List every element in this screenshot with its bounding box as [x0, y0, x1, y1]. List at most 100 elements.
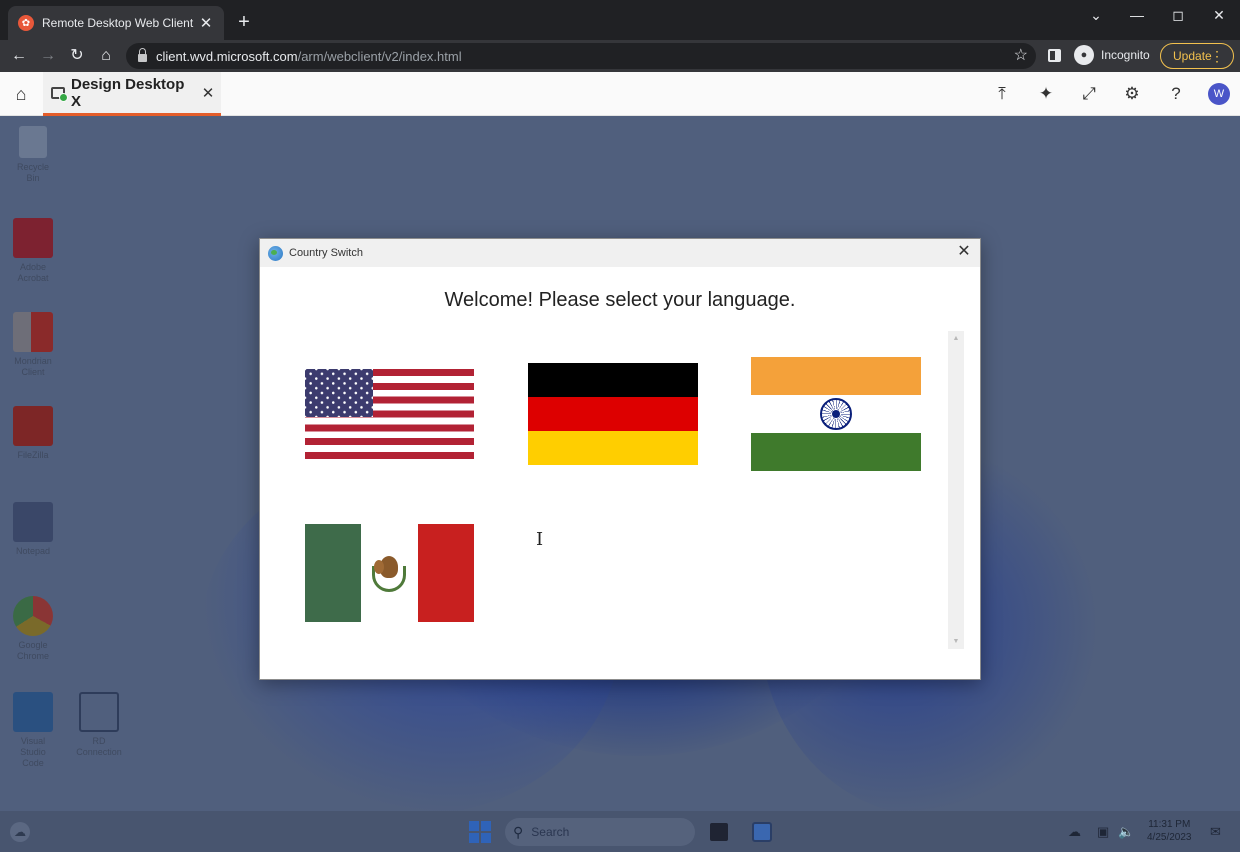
settings-gear-icon[interactable]: ⚙	[1120, 84, 1144, 104]
india-flag-stripe	[751, 395, 921, 433]
desktop-icon-label: Google Chrome	[16, 640, 49, 661]
recycle-bin-icon	[19, 126, 47, 158]
minimize-icon[interactable]: —	[1122, 6, 1152, 24]
more-menu-icon: ⋮	[1210, 48, 1224, 64]
notepad-icon	[13, 502, 53, 542]
germany-flag-stripe	[528, 363, 698, 397]
ashoka-chakra-icon	[820, 398, 852, 430]
desktop-icon-notepad[interactable]: Notepad	[10, 502, 56, 557]
taskbar-clock[interactable]: 11:31 PM 4/25/2023	[1147, 818, 1192, 844]
reload-icon[interactable]: ↻	[66, 46, 88, 66]
upload-icon[interactable]: ⤒	[990, 84, 1014, 104]
back-icon[interactable]: ←	[8, 46, 30, 66]
windows-taskbar: ☁ ⚲ Search ☁ ▣ 🔈 11:31 PM 4/25/2023 ✉	[0, 811, 1240, 852]
desktop-icon-label: Notepad	[15, 546, 51, 556]
incognito-icon: ●	[1074, 45, 1094, 65]
help-icon[interactable]: ?	[1164, 84, 1188, 104]
fullscreen-icon[interactable]: ⤢	[1077, 84, 1101, 104]
bookmark-star-icon[interactable]: ☆	[1014, 45, 1028, 65]
mondrian-icon	[13, 312, 53, 352]
scroll-down-icon[interactable]: ▼	[948, 638, 964, 645]
dialog-title: Country Switch	[289, 247, 363, 259]
dialog-heading: Welcome! Please select your language.	[444, 289, 796, 311]
dialog-scrollbar[interactable]: ▲ ▼	[948, 331, 964, 649]
home-icon[interactable]: ⌂	[95, 46, 117, 66]
remote-app-icon[interactable]	[752, 822, 772, 842]
session-tab[interactable]: Design Desktop X ✕	[43, 72, 221, 116]
disconnect-icon[interactable]: ✦	[1034, 84, 1058, 104]
url-path: /arm/webclient/v2/index.html	[297, 48, 462, 64]
text-cursor-icon: I	[536, 529, 544, 550]
acrobat-icon	[13, 218, 53, 258]
desktop-icon-label: Adobe Acrobat	[17, 262, 49, 283]
tab-search-chevron-icon[interactable]: ⌄	[1081, 6, 1111, 24]
scroll-up-icon[interactable]: ▲	[948, 335, 964, 342]
rd-home-icon[interactable]: ⌂	[10, 84, 32, 105]
update-button[interactable]: Update ⋮	[1160, 43, 1234, 69]
desktop-icon-label: Mondrian Client	[14, 356, 52, 377]
flag-germany-button[interactable]	[528, 363, 698, 465]
mexico-coat-of-arms-icon	[370, 552, 408, 592]
notifications-icon[interactable]: ✉	[1210, 824, 1221, 840]
address-bar[interactable]: client.wvd.microsoft.com/arm/webclient/v…	[126, 43, 1036, 69]
desktop-icon-acrobat[interactable]: Adobe Acrobat	[10, 218, 56, 284]
desktop-icon-rd-connection[interactable]: RD Connection	[76, 692, 122, 758]
desktop-icon-mondrian[interactable]: Mondrian Client	[10, 312, 56, 378]
browser-tab-title: Remote Desktop Web Client	[42, 16, 194, 30]
maximize-icon[interactable]: ◻	[1163, 6, 1193, 24]
lock-icon	[138, 47, 147, 62]
search-icon: ⚲	[513, 823, 524, 840]
start-windows-icon[interactable]	[469, 821, 491, 843]
desktop-icon-recycle-bin[interactable]: Recycle Bin	[10, 126, 56, 184]
vscode-icon	[13, 692, 53, 732]
clock-date: 4/25/2023	[1147, 832, 1192, 843]
dialog-close-icon[interactable]: ✕	[954, 243, 974, 261]
globe-icon	[268, 245, 283, 261]
session-tab-title: Design Desktop X	[71, 75, 185, 110]
desktop-icon-label: Recycle Bin	[16, 162, 49, 183]
filezilla-icon	[13, 406, 53, 446]
browser-tab[interactable]: ✿ Remote Desktop Web Client ✕	[8, 6, 224, 40]
clock-time: 11:31 PM	[1148, 819, 1191, 830]
taskbar-search[interactable]: ⚲ Search	[505, 818, 695, 846]
rd-favicon-icon: ✿	[18, 15, 34, 31]
mexico-flag-stripe	[361, 524, 418, 622]
desktop-icon-chrome[interactable]: Google Chrome	[10, 596, 56, 662]
new-tab-icon[interactable]: +	[232, 11, 256, 33]
side-panel-icon[interactable]	[1048, 49, 1061, 62]
close-window-icon[interactable]: ✕	[1204, 6, 1234, 24]
chrome-icon	[13, 596, 53, 636]
close-tab-icon[interactable]: ✕	[196, 14, 216, 32]
browser-toolbar: ← → ↻ ⌂ client.wvd.microsoft.com/arm/web…	[0, 40, 1240, 72]
volume-icon[interactable]: 🔈	[1118, 824, 1134, 840]
mexico-flag-stripe	[305, 524, 362, 622]
germany-flag-stripe	[528, 431, 698, 465]
widgets-icon[interactable]: ☁	[10, 822, 30, 842]
rd-connection-icon	[79, 692, 119, 732]
onedrive-icon[interactable]: ☁	[1068, 824, 1081, 840]
desktop-icon-vscode[interactable]: Visual Studio Code	[10, 692, 56, 769]
session-desktop-icon	[51, 86, 68, 102]
update-label: Update	[1173, 49, 1212, 63]
file-explorer-icon[interactable]	[710, 823, 728, 841]
flag-india-button[interactable]	[751, 357, 921, 471]
india-flag-stripe	[751, 433, 921, 471]
dialog-titlebar[interactable]: Country Switch ✕	[260, 239, 980, 267]
mexico-flag-stripe	[417, 524, 474, 622]
incognito-indicator[interactable]: ● Incognito	[1074, 45, 1150, 65]
us-flag-canton	[305, 369, 373, 417]
taskbar-search-placeholder: Search	[531, 825, 570, 839]
avatar[interactable]: W	[1208, 83, 1230, 105]
flag-mexico-button[interactable]	[305, 524, 474, 622]
network-icon[interactable]: ▣	[1097, 824, 1109, 840]
flag-united-states-button[interactable]	[305, 369, 474, 459]
forward-icon[interactable]: →	[37, 46, 59, 66]
browser-tab-strip: ✿ Remote Desktop Web Client ✕ + ⌄ — ◻ ✕	[0, 0, 1240, 40]
desktop-icon-label: Visual Studio Code	[20, 736, 46, 768]
incognito-label: Incognito	[1101, 48, 1150, 62]
desktop-icon-label: RD Connection	[76, 736, 122, 757]
country-switch-dialog: Country Switch ✕ Welcome! Please select …	[259, 238, 981, 680]
desktop-icon-filezilla[interactable]: FileZilla	[10, 406, 56, 461]
close-session-icon[interactable]: ✕	[195, 84, 221, 102]
rd-client-bar: ⌂ Design Desktop X ✕ ⤒ ✦ ⤢ ⚙ ?	[0, 72, 1240, 116]
